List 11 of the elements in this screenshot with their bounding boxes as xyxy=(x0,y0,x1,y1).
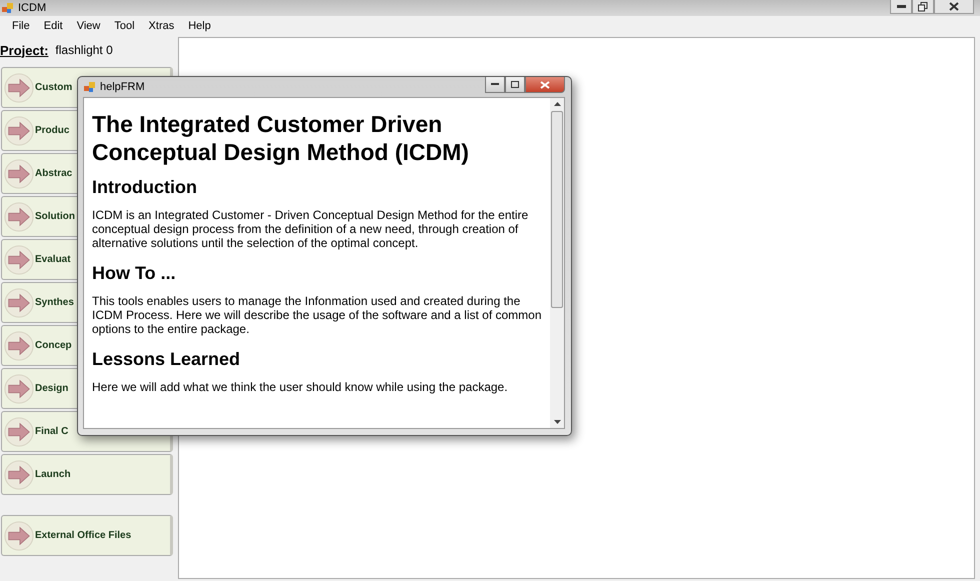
project-label: Project: xyxy=(0,42,48,58)
help-heading: The Integrated Customer Driven Conceptual Design Method (ICDM) xyxy=(92,110,470,166)
section-text: ICDM is an Integrated Customer - Driven Conceptual Design Method for the entire conceptual design process from the definition of a new need, through creation of alternative solutions until the selection of the optimal concept. xyxy=(92,208,530,250)
section-heading: How To ... xyxy=(92,262,177,284)
section-text: Here we will add what we think the user should know while using the package. xyxy=(92,380,509,394)
window-title: helpFRM xyxy=(100,81,145,93)
section-heading: Lessons Learned xyxy=(92,348,242,370)
window-title: ICDM xyxy=(18,2,46,14)
section-text: This tools enables users to manage the Infonmation used and created during the ICDM Process. Here we will describe the usage of the software and a list of common options to the entire package. xyxy=(92,294,542,336)
section-heading: Introduction xyxy=(92,176,198,198)
project-name: flashlight 0 xyxy=(55,43,113,57)
